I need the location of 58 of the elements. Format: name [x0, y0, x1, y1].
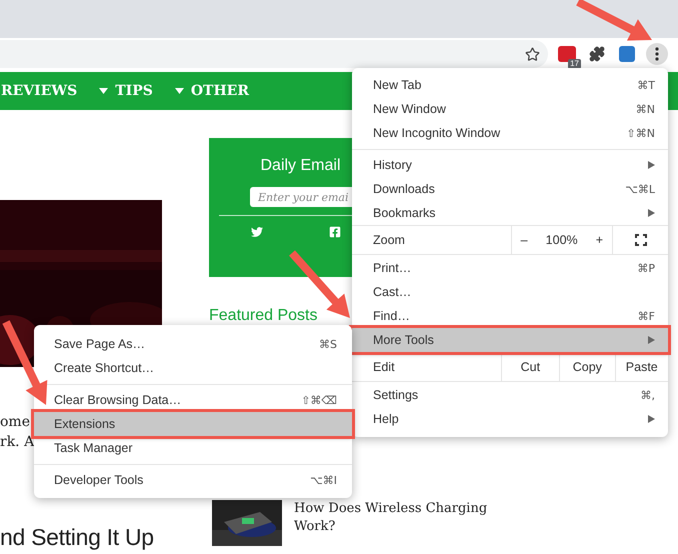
- facebook-icon[interactable]: [328, 226, 340, 238]
- menu-item[interactable]: Create Shortcut…: [34, 356, 352, 380]
- menu-item[interactable]: Find… ⌘F: [352, 304, 668, 328]
- puzzle-icon[interactable]: [589, 46, 605, 62]
- fullscreen-icon[interactable]: [634, 234, 647, 246]
- extension-icon[interactable]: [619, 46, 635, 62]
- menu-item[interactable]: Save Page As… ⌘S: [34, 332, 352, 356]
- edit-label: Edit: [372, 359, 396, 376]
- edit-action-button[interactable]: Cut: [500, 353, 560, 381]
- shortcut-text: ⌘P: [637, 262, 655, 274]
- submenu-arrow-icon: [648, 161, 655, 169]
- zoom-label: Zoom: [372, 232, 406, 249]
- menu-item[interactable]: Task Manager: [34, 436, 352, 460]
- menu-item[interactable]: New Window ⌘N: [352, 97, 668, 121]
- menu-item[interactable]: Clear Browsing Data… ⇧⌘⌫: [34, 388, 352, 412]
- submenu-arrow-icon: [648, 415, 655, 423]
- menu-item[interactable]: More Tools: [352, 328, 668, 352]
- newsletter-title: Daily Email: [259, 157, 340, 175]
- edit-action-button[interactable]: Copy: [559, 353, 615, 381]
- caret-icon: [174, 88, 184, 94]
- zoom-level: 100%: [546, 233, 578, 247]
- shortcut-text: ⌘S: [319, 338, 337, 350]
- article-text: rk. A: [0, 433, 34, 452]
- menu-item[interactable]: Downloads ⌥⌘L: [352, 177, 668, 201]
- menu-item[interactable]: Help: [352, 407, 668, 431]
- shortcut-text: ⌘T: [637, 78, 655, 92]
- shortcut-text: ⇧⌘⌫: [301, 394, 337, 406]
- edit-action-button[interactable]: Paste: [614, 353, 668, 381]
- shortcut-text: ⌘F: [638, 310, 655, 322]
- menu-item[interactable]: History: [352, 153, 668, 177]
- submenu-arrow-icon: [648, 336, 655, 344]
- menu-item[interactable]: Settings ⌘,: [352, 383, 668, 407]
- menu-item[interactable]: Extensions: [34, 412, 352, 436]
- shortcut-text: ⌘N: [636, 102, 655, 116]
- shortcut-text: ⌥⌘I: [310, 474, 337, 486]
- shortcut-text: ⇧⌘N: [626, 126, 655, 140]
- zoom-out-button[interactable]: –: [520, 233, 528, 247]
- article-text: ome: [0, 413, 30, 432]
- menu-item[interactable]: New Incognito Window ⇧⌘N: [352, 121, 668, 145]
- menu-item[interactable]: Print… ⌘P: [352, 256, 668, 280]
- post-title-link[interactable]: How Does Wireless Charging Work?: [294, 500, 509, 546]
- section-heading: Featured Posts: [209, 307, 318, 325]
- shortcut-text: ⌥⌘L: [625, 182, 655, 196]
- zoom-in-button[interactable]: +: [596, 233, 604, 247]
- menu-button[interactable]: [646, 43, 668, 65]
- menu-item[interactable]: New Tab ⌘T: [352, 73, 668, 97]
- twitter-icon[interactable]: [250, 226, 262, 238]
- email-field[interactable]: Enter your emai: [250, 187, 352, 207]
- shortcut-text: ⌘,: [640, 388, 655, 402]
- caret-icon: [99, 88, 108, 94]
- submenu-arrow-icon: [648, 209, 655, 217]
- menu-item[interactable]: Bookmarks: [352, 201, 668, 225]
- menu-item[interactable]: Cast…: [352, 280, 668, 304]
- bookmark-star-icon[interactable]: [525, 46, 540, 62]
- article-heading: nd Setting It Up: [0, 524, 155, 551]
- menu-item[interactable]: Developer Tools ⌥⌘I: [34, 468, 352, 492]
- extension-icon[interactable]: [558, 46, 576, 62]
- menu-icon: [655, 47, 659, 61]
